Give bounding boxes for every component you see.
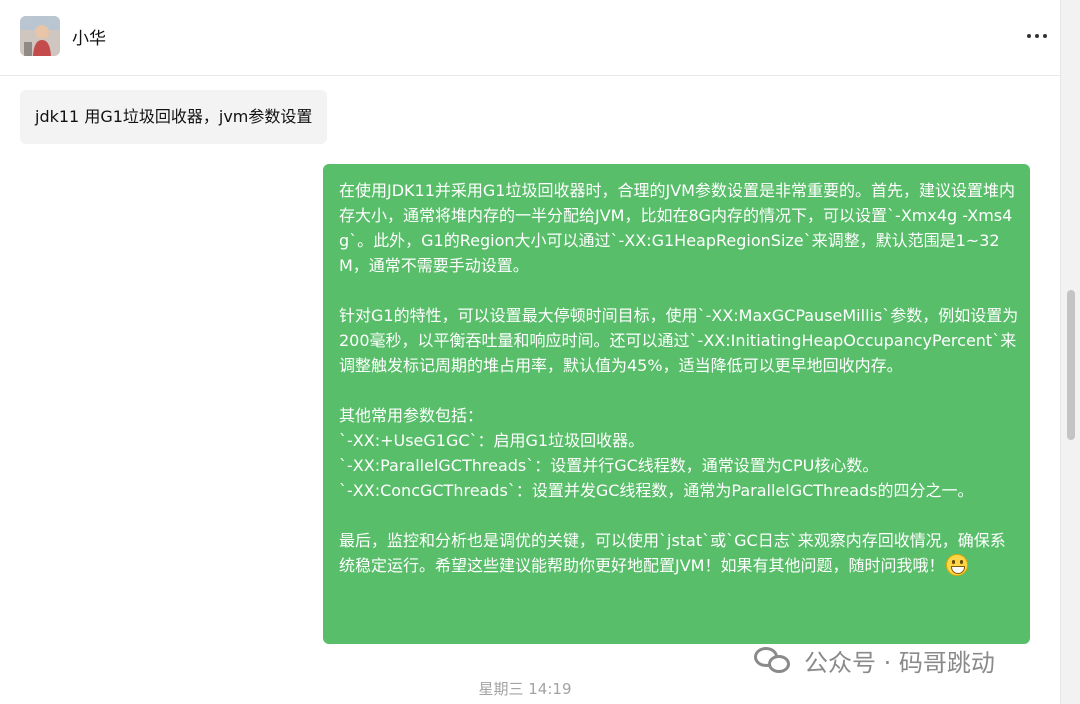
reply-line: 最后，监控和分析也是调优的关键，可以使用`jstat`或`GC日志`来观察内存回… <box>339 531 1006 575</box>
chat-header: 小华 <box>0 0 1060 76</box>
avatar-photo-icon <box>20 16 60 56</box>
chat-window: 小华 jdk11 用G1垃圾回收器，jvm参数设置 在使用JDK11并采用G1垃… <box>0 0 1060 704</box>
grinning-face-emoji-icon <box>946 554 969 576</box>
assistant-message-bubble[interactable]: 在使用JDK11并采用G1垃圾回收器时，合理的JVM参数设置是非常重要的。首先，… <box>323 164 1030 644</box>
reply-line: `-XX:ConcGCThreads`：设置并发GC线程数，通常为Paralle… <box>339 481 974 500</box>
user-message-bubble[interactable]: jdk11 用G1垃圾回收器，jvm参数设置 <box>20 90 328 144</box>
more-button[interactable] <box>1022 22 1052 50</box>
watermark-text: 公众号 · 码哥跳动 <box>804 648 995 677</box>
wechat-icon <box>754 645 794 675</box>
more-dot <box>1043 34 1047 38</box>
reply-paragraph: 在使用JDK11并采用G1垃圾回收器时，合理的JVM参数设置是非常重要的。首先，… <box>339 181 1015 275</box>
contact-name: 小华 <box>72 29 106 49</box>
more-dot <box>1035 34 1039 38</box>
reply-paragraph: 最后，监控和分析也是调优的关键，可以使用`jstat`或`GC日志`来观察内存回… <box>339 528 1020 578</box>
reply-paragraph: 针对G1的特性，可以设置最大停顿时间目标，使用`-XX:MaxGCPauseMi… <box>339 306 1019 375</box>
reply-params-block: 其他常用参数包括： `-XX:+UseG1GC`：启用G1垃圾回收器。 `-XX… <box>339 403 1020 503</box>
reply-line: `-XX:+UseG1GC`：启用G1垃圾回收器。 <box>339 431 645 450</box>
more-dots-icon <box>1027 34 1031 38</box>
contact-avatar[interactable] <box>20 16 60 56</box>
scrollbar-thumb[interactable] <box>1067 290 1075 440</box>
message-timestamp: 星期三 14:19 <box>478 680 572 698</box>
reply-line: `-XX:ParallelGCThreads`：设置并行GC线程数，通常设置为C… <box>339 456 879 475</box>
scrollbar-track[interactable] <box>1060 0 1080 704</box>
reply-line: 其他常用参数包括： <box>339 406 484 425</box>
watermark: 公众号 · 码哥跳动 <box>754 644 995 677</box>
